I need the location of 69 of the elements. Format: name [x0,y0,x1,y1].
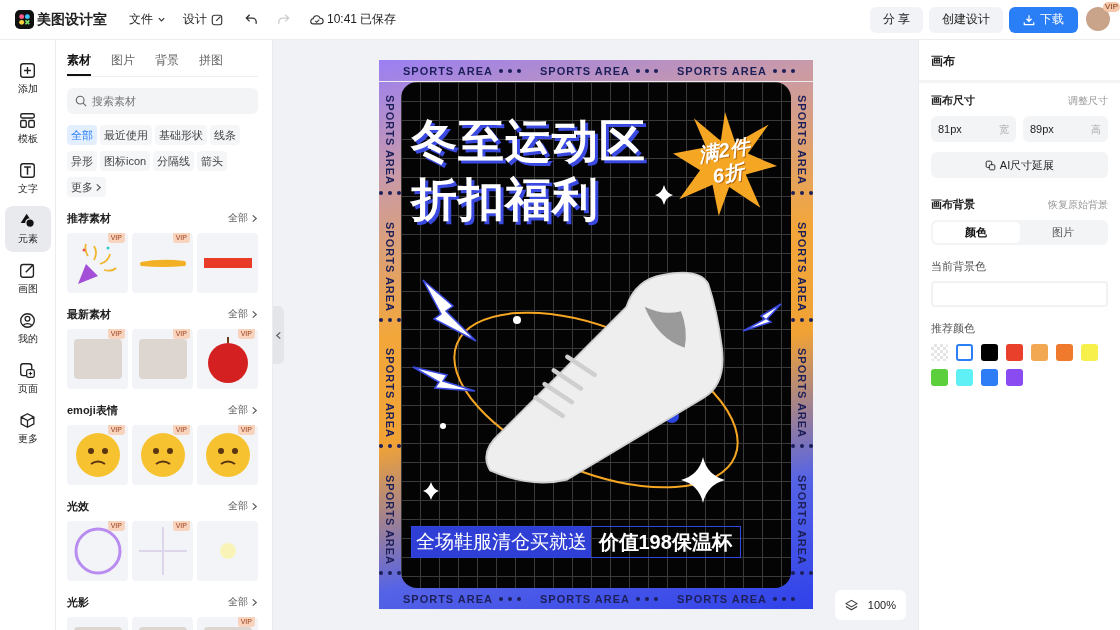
vip-badge: VIP [1103,1,1120,12]
sidebar-item[interactable]: 添加 [4,56,51,102]
panel-tab[interactable]: 图片 [111,52,135,76]
design-menu[interactable]: 设计 [183,7,223,32]
filter-chip[interactable]: 全部 [67,125,97,145]
section-title: 光效 [67,498,89,514]
sidebar-item[interactable]: 我的 [4,306,51,352]
search-field[interactable]: 搜索素材 [67,88,258,114]
border-text: SPORTS AREA [539,592,630,605]
sidebar-item[interactable]: 页面 [4,356,51,402]
app-name: 美图设计室 [37,10,107,29]
panel-tab[interactable]: 背景 [155,52,179,76]
zoom-level[interactable]: 100% [867,599,896,611]
filter-chip[interactable]: 图标icon [100,151,151,171]
sidebar-item[interactable]: 画图 [4,256,51,302]
filter-chip[interactable]: 异形 [67,151,97,171]
border-text: SPORTS AREA [795,221,808,312]
poster-title: 折扣福利 [410,172,600,227]
segment-tab[interactable]: 颜色 [933,222,1020,243]
sidebar-item[interactable]: 模板 [4,106,51,152]
panel-tab[interactable]: 素材 [67,52,91,76]
border-text: SPORTS AREA [795,348,808,439]
see-all-link[interactable]: 全部 [228,595,258,609]
border-text: SPORTS AREA [676,64,767,77]
save-status: 10:41 已保存 [327,11,397,28]
border-text: SPORTS AREA [795,95,808,186]
poster-title: 冬至运动区 [410,114,646,169]
banner-label: 价值198保温杯 [597,530,733,555]
see-all-link[interactable]: 全部 [228,307,258,321]
panel-tab[interactable]: 拼图 [199,52,223,76]
file-menu[interactable]: 文件 [129,7,166,32]
field-label: 推荐颜色 [931,321,976,336]
filter-chip[interactable]: 基础形状 [155,125,207,145]
see-all-link[interactable]: 全部 [228,403,258,417]
unit-label: 高 [1091,123,1101,137]
section-title: 推荐素材 [67,210,111,226]
banner-label: 全场鞋服清仓买就送 [411,527,591,557]
border-text: SPORTS AREA [402,64,493,77]
filter-chip[interactable]: 最近使用 [100,125,152,145]
sidebar-item[interactable]: 元素 [4,206,51,252]
more-chip[interactable]: 更多 [67,177,106,197]
share-button[interactable]: 分 享 [869,6,923,33]
filter-chip[interactable]: 箭头 [197,151,228,171]
unit-label: 宽 [999,123,1009,137]
section-label: 画布尺寸 [931,93,975,108]
field-label: 当前背景色 [931,259,987,274]
section-title: 光影 [67,594,89,610]
section-label: 画布背景 [931,197,975,212]
border-text: SPORTS AREA [402,592,493,605]
panel-title: 画布 [919,40,1120,83]
ai-extend-button[interactable]: AI尺寸延展 [931,152,1108,178]
border-text: SPORTS AREA [676,592,767,605]
border-text: SPORTS AREA [383,474,396,565]
section-title: emoji表情 [67,402,118,418]
see-all-link[interactable]: 全部 [228,211,258,225]
download-button[interactable]: 下载 [1009,6,1078,33]
border-text: SPORTS AREA [539,64,630,77]
border-text: SPORTS AREA [383,348,396,439]
filter-chip[interactable]: 分隔线 [153,151,195,171]
border-text: SPORTS AREA [383,95,396,186]
border-text: SPORTS AREA [795,474,808,565]
sidebar-item[interactable]: 更多 [4,406,51,452]
see-all-link[interactable]: 全部 [228,499,258,513]
create-design-button[interactable]: 创建设计 [929,6,1003,33]
segment-tab[interactable]: 图片 [1019,222,1106,243]
section-title: 最新素材 [67,306,111,322]
border-text: SPORTS AREA [383,221,396,312]
sidebar-item[interactable]: 文字 [4,156,51,202]
filter-chip[interactable]: 线条 [210,125,240,145]
